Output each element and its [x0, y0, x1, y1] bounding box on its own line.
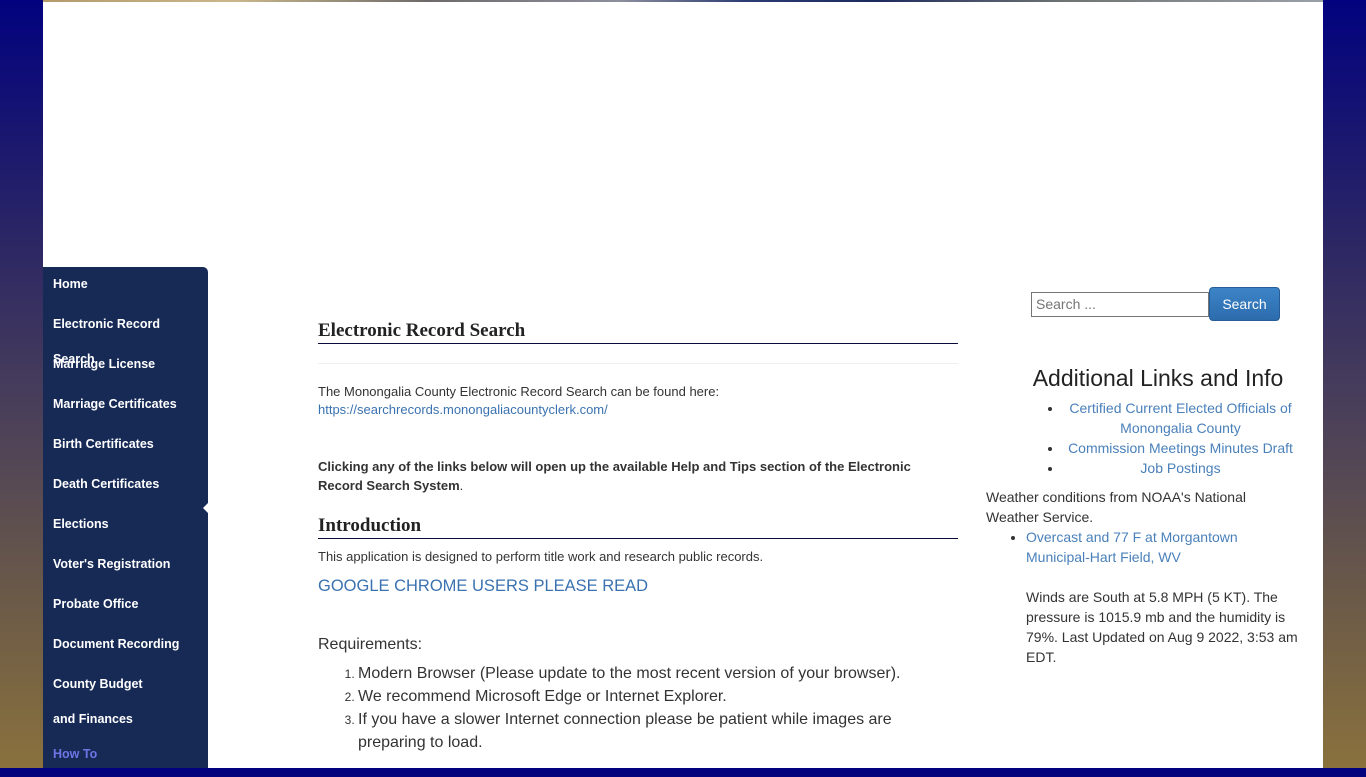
page-container: Home Electronic Record Search Marriage L…: [43, 0, 1323, 768]
help-text: Clicking any of the links below will ope…: [318, 457, 958, 495]
requirement-item: We recommend Microsoft Edge or Internet …: [358, 685, 958, 708]
search-input[interactable]: [1031, 291, 1209, 317]
sidebar-item-elections[interactable]: Elections: [43, 507, 208, 547]
intro-text: The Monongalia County Electronic Record …: [318, 383, 958, 419]
weather-intro: Weather conditions from NOAA's National …: [986, 489, 1246, 525]
search-form: Search: [1031, 287, 1298, 321]
sidebar-item-marriage-license[interactable]: Marriage License: [43, 347, 208, 387]
introduction-heading: Introduction: [318, 515, 958, 539]
sidebar-item-document-recording[interactable]: Document Recording: [43, 627, 208, 667]
help-text-label: Clicking any of the links below will ope…: [318, 459, 911, 493]
link-commission-minutes[interactable]: Commission Meetings Minutes Draft: [1068, 440, 1293, 456]
right-sidebar: Search Additional Links and Info Certifi…: [986, 287, 1298, 667]
sidebar-item-home[interactable]: Home: [43, 267, 208, 307]
link-elected-officials[interactable]: Certified Current Elected Officials of M…: [1069, 400, 1291, 436]
introduction-text: This application is designed to perform …: [318, 549, 764, 564]
sidebar-nav: Home Electronic Record Search Marriage L…: [43, 267, 208, 768]
sidebar-item-probate-office[interactable]: Probate Office: [43, 587, 208, 627]
additional-links-list: Certified Current Elected Officials of M…: [1018, 398, 1298, 478]
requirements-label: Requirements:: [318, 636, 423, 653]
weather-detail: Winds are South at 5.8 MPH (5 KT). The p…: [1026, 589, 1298, 665]
requirement-item: Modern Browser (Please update to the mos…: [358, 662, 958, 685]
requirements-list: Modern Browser (Please update to the mos…: [318, 662, 958, 754]
search-button[interactable]: Search: [1209, 287, 1280, 321]
record-search-link[interactable]: https://searchrecords.monongaliacountycl…: [318, 402, 608, 417]
weather-conditions-link[interactable]: Overcast and 77 F at Morgantown Municipa…: [1026, 529, 1238, 565]
sidebar-item-birth-certificates[interactable]: Birth Certificates: [43, 427, 208, 467]
chrome-users-link[interactable]: GOOGLE CHROME USERS PLEASE READ: [318, 577, 648, 595]
requirement-item: If you have a slower Internet connection…: [358, 708, 958, 754]
sidebar-item-county-budget-and-finances[interactable]: County Budget and Finances: [43, 667, 163, 737]
weather-list: Overcast and 77 F at Morgantown Municipa…: [986, 527, 1298, 567]
header-banner-image: [43, 0, 1323, 2]
active-indicator-notch: [203, 503, 208, 513]
page-title: Electronic Record Search: [318, 320, 958, 344]
sidebar-item-death-certificates[interactable]: Death Certificates: [43, 467, 208, 507]
link-job-postings[interactable]: Job Postings: [1140, 460, 1220, 476]
divider: [318, 363, 958, 364]
sidebar-item-voters-registration[interactable]: Voter's Registration: [43, 547, 208, 587]
intro-text-label: The Monongalia County Electronic Record …: [318, 384, 720, 399]
help-period: .: [459, 478, 464, 493]
sidebar-item-electronic-record-search[interactable]: Electronic Record Search: [43, 307, 208, 366]
sidebar-item-how-to[interactable]: How To: [43, 737, 208, 777]
additional-links-heading: Additional Links and Info: [1032, 365, 1284, 391]
main-content: Electronic Record Search The Monongalia …: [318, 320, 958, 754]
sidebar-item-marriage-certificates[interactable]: Marriage Certificates: [43, 387, 208, 427]
